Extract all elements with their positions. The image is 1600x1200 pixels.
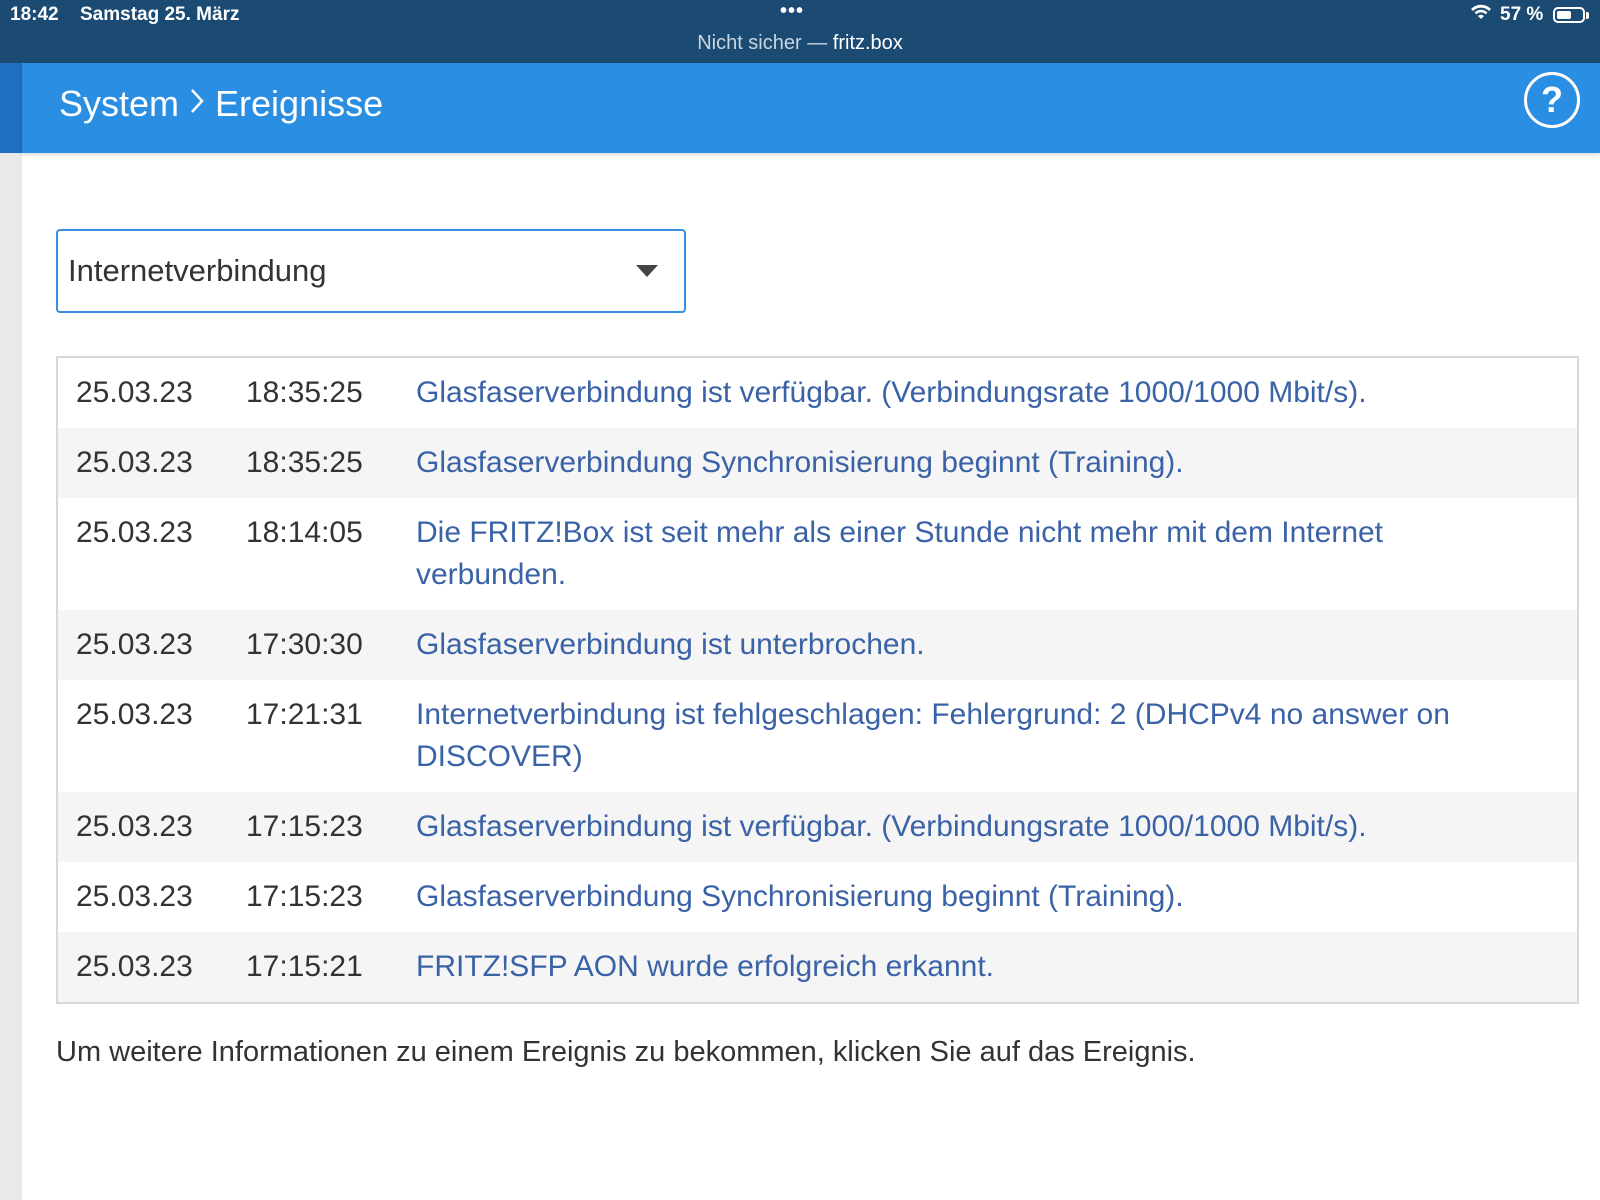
event-time: 17:15:23 [246,810,363,843]
battery-icon [1553,7,1585,23]
event-date: 25.03.23 [76,880,193,913]
event-row[interactable]: 25.03.23 17:15:23 Glasfaserverbindung Sync… [58,862,1577,932]
event-filter-value: Internetverbindung [68,253,327,288]
wifi-icon [1470,3,1492,27]
multitasking-dots-icon[interactable]: ••• [780,0,804,23]
event-time: 17:15:21 [246,950,363,983]
event-row[interactable]: 25.03.23 18:14:05 Die FRITZ!Box ist seit m… [58,498,1577,610]
event-date: 25.03.23 [76,446,193,479]
status-bar: 18:42 Samstag 25. März ••• Nicht sicher … [0,0,1600,63]
event-message-link[interactable]: FRITZ!SFP AON wurde erfolgreich erkannt. [416,946,1577,988]
status-time: 18:42 [10,4,59,25]
event-row[interactable]: 25.03.23 17:15:23 Glasfaserverbindung ist … [58,792,1577,862]
event-time: 17:21:31 [246,698,363,731]
url-host: fritz.box [832,32,903,54]
address-bar[interactable]: Nicht sicher — fritz.box [0,32,1600,55]
event-row[interactable]: 25.03.23 18:35:25 Glasfaserverbindung ist … [58,358,1577,428]
event-date: 25.03.23 [76,810,193,843]
battery-level [1557,11,1571,19]
help-icon: ? [1541,79,1563,120]
event-message-link[interactable]: Glasfaserverbindung Synchronisierung beg… [416,442,1577,484]
events-table: 25.03.23 18:35:25 Glasfaserverbindung ist … [56,356,1579,1004]
event-date: 25.03.23 [76,950,193,983]
event-row[interactable]: 25.03.23 17:21:31 Internetverbindung ist f… [58,680,1577,792]
battery-tip [1586,12,1589,19]
event-date: 25.03.23 [76,516,193,549]
caret-down-icon [636,265,658,277]
event-date: 25.03.23 [76,628,193,661]
event-date: 25.03.23 [76,376,193,409]
left-gutter-accent [0,63,22,153]
url-security-label: Nicht sicher — [697,32,833,54]
left-gutter [0,63,22,1200]
page-header: System Ereignisse ? [22,63,1600,153]
event-row[interactable]: 25.03.23 17:15:21 FRITZ!SFP AON wurde erfo… [58,932,1577,1002]
event-message-link[interactable]: Internetverbindung ist fehlgeschlagen: F… [416,694,1577,778]
status-date: Samstag 25. März [80,4,240,25]
breadcrumb-ereignisse: Ereignisse [215,83,384,124]
breadcrumb-chevron-icon [189,83,205,125]
event-message-link[interactable]: Die FRITZ!Box ist seit mehr als einer St… [416,512,1577,596]
event-date: 25.03.23 [76,698,193,731]
event-row[interactable]: 25.03.23 17:30:30 Glasfaserverbindung ist … [58,610,1577,680]
breadcrumb: System Ereignisse [59,83,383,125]
event-row[interactable]: 25.03.23 18:35:25 Glasfaserverbindung Sync… [58,428,1577,498]
event-time: 17:15:23 [246,880,363,913]
help-button[interactable]: ? [1524,72,1580,128]
event-time: 18:14:05 [246,516,363,549]
breadcrumb-system[interactable]: System [59,83,179,125]
event-time: 17:30:30 [246,628,363,661]
event-filter-select[interactable]: Internetverbindung [56,229,686,313]
event-message-link[interactable]: Glasfaserverbindung ist verfügbar. (Verb… [416,372,1577,414]
event-time: 18:35:25 [246,446,363,479]
event-time: 18:35:25 [246,376,363,409]
event-message-link[interactable]: Glasfaserverbindung ist unterbrochen. [416,624,1577,666]
battery-percentage: 57 % [1500,4,1544,25]
event-message-link[interactable]: Glasfaserverbindung ist verfügbar. (Verb… [416,806,1577,848]
event-message-link[interactable]: Glasfaserverbindung Synchronisierung beg… [416,876,1577,918]
info-hint: Um weitere Informationen zu einem Ereign… [56,1036,1196,1068]
